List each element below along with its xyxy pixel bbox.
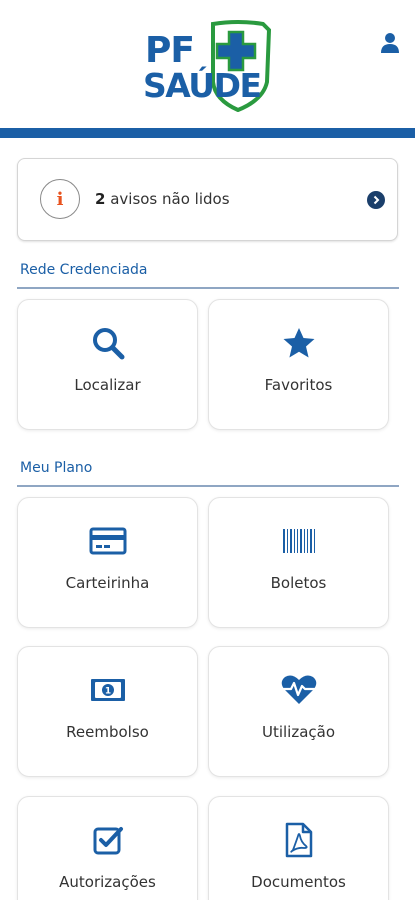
- money-icon: 1: [18, 673, 197, 707]
- tile-utilizacao[interactable]: Utilização: [208, 646, 389, 777]
- header-divider-bar: [0, 128, 415, 138]
- logo-saude-text: SAÚDE: [143, 66, 262, 105]
- heart-pulse-icon: [209, 673, 388, 707]
- section-title-rede: Rede Credenciada: [20, 262, 148, 278]
- tile-favoritos[interactable]: Favoritos: [208, 299, 389, 430]
- info-icon: i: [40, 179, 80, 219]
- card-icon: [18, 524, 197, 558]
- tile-label: Localizar: [74, 376, 141, 394]
- search-icon: [18, 326, 197, 360]
- unread-notices-card[interactable]: i 2 avisos não lidos: [17, 158, 398, 241]
- star-icon: [209, 326, 388, 360]
- user-profile-icon[interactable]: [380, 32, 400, 54]
- tile-localizar[interactable]: Localizar: [17, 299, 198, 430]
- chevron-right-icon[interactable]: [367, 191, 385, 209]
- tile-label: Favoritos: [264, 376, 333, 394]
- unread-notices-text: 2 avisos não lidos: [95, 190, 230, 208]
- tile-documentos[interactable]: Documentos: [208, 796, 389, 900]
- tile-reembolso[interactable]: 1 Reembolso: [17, 646, 198, 777]
- tile-label: Reembolso: [66, 723, 149, 741]
- unread-count: 2: [95, 190, 106, 208]
- pf-saude-logo: PF SAÚDE: [143, 20, 273, 112]
- tile-label: Documentos: [251, 873, 346, 891]
- tile-label: Boletos: [270, 574, 327, 592]
- unread-label: avisos não lidos: [105, 190, 230, 208]
- tile-autorizacoes[interactable]: Autorizações: [17, 796, 198, 900]
- app-header: PF SAÚDE: [0, 0, 415, 128]
- barcode-icon: [209, 524, 388, 558]
- tile-carteirinha[interactable]: Carteirinha: [17, 497, 198, 628]
- tile-label: Autorizações: [59, 873, 156, 891]
- section-title-plano: Meu Plano: [20, 460, 93, 476]
- logo-pf-text: PF: [145, 30, 195, 71]
- pdf-file-icon: [209, 822, 388, 858]
- section-divider: [17, 485, 399, 487]
- tile-label: Carteirinha: [65, 574, 150, 592]
- tile-boletos[interactable]: Boletos: [208, 497, 389, 628]
- svg-text:1: 1: [104, 687, 110, 697]
- tile-label: Utilização: [261, 723, 336, 741]
- section-divider: [17, 287, 399, 289]
- check-square-icon: [18, 823, 197, 857]
